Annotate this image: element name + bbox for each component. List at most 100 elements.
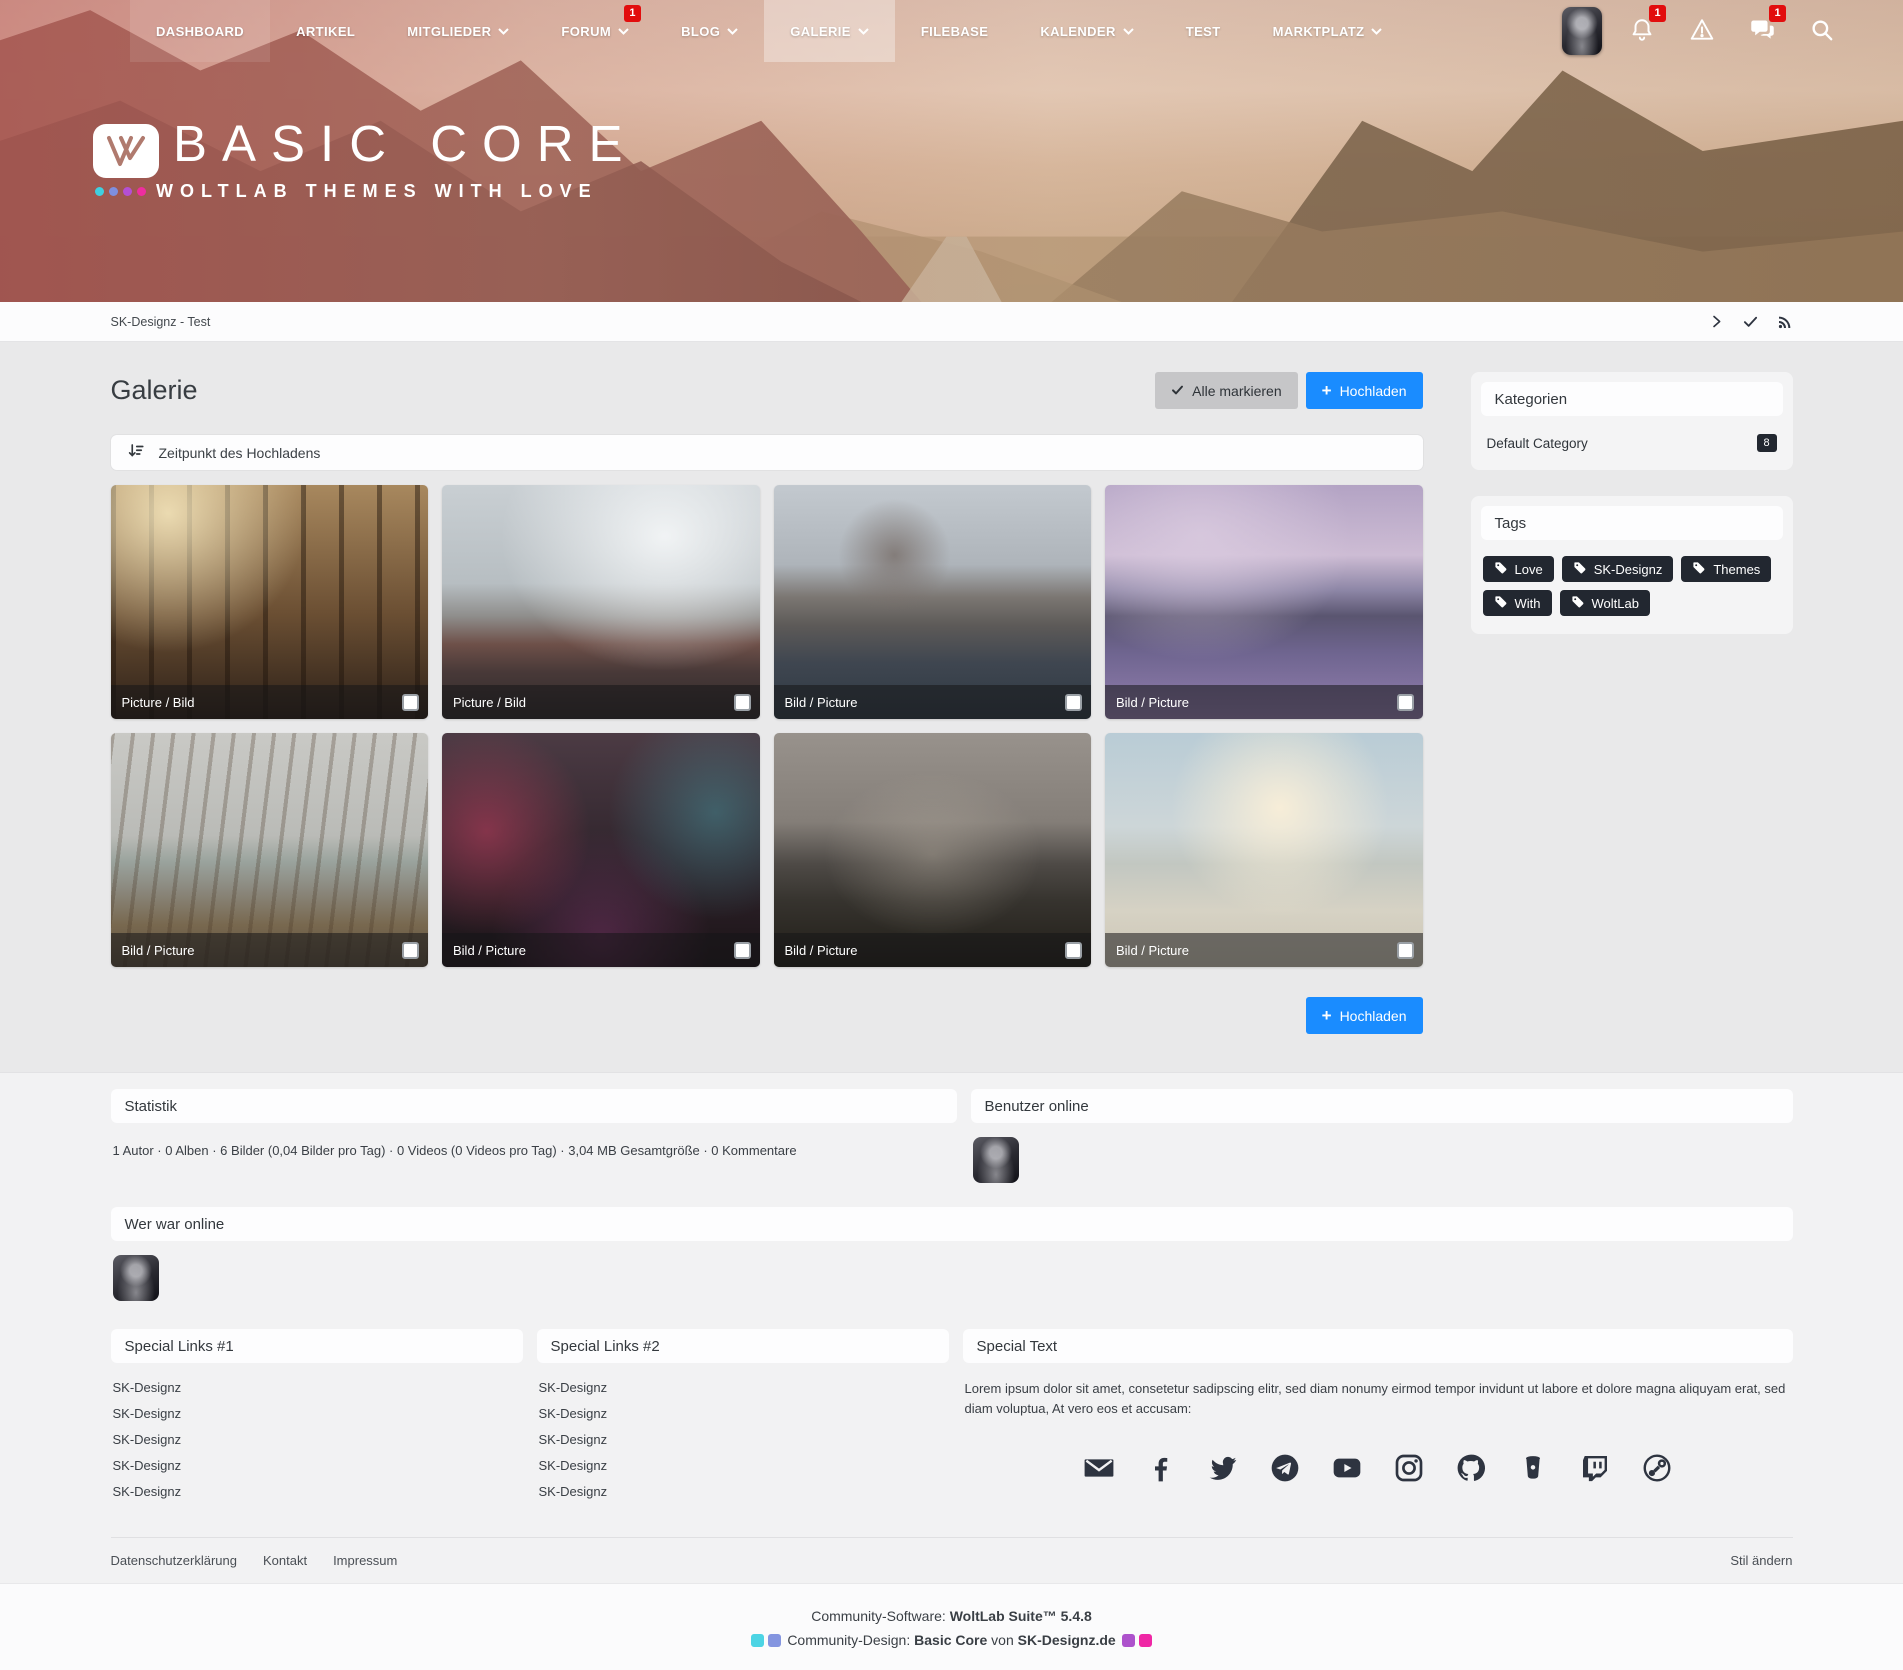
footer-link[interactable]: SK-Designz — [539, 1380, 608, 1395]
hero-header: DASHBOARD ARTIKEL MITGLIEDER FORUM 1 BLO… — [0, 0, 1903, 302]
sort-bar[interactable]: Zeitpunkt des Hochladens — [111, 435, 1423, 470]
category-link[interactable]: Default Category — [1487, 436, 1588, 451]
user-avatar[interactable] — [113, 1255, 159, 1301]
image-select-checkbox[interactable] — [402, 694, 419, 711]
nav-item-mitglieder[interactable]: MITGLIEDER — [381, 0, 535, 62]
nav-item-marktplatz[interactable]: MARKTPLATZ — [1247, 0, 1409, 62]
youtube-icon[interactable] — [1331, 1452, 1363, 1484]
footer-link[interactable]: SK-Designz — [539, 1484, 608, 1499]
footer-link[interactable]: SK-Designz — [113, 1484, 182, 1499]
nav-item-forum[interactable]: FORUM 1 — [535, 0, 655, 62]
image-title: Picture / Bild — [453, 695, 526, 710]
plus-icon: + — [1322, 1007, 1332, 1024]
contact-link[interactable]: Kontakt — [263, 1553, 307, 1568]
warning-triangle-icon — [1689, 17, 1715, 46]
site-logo[interactable]: BASIC CORE WOLTLAB THEMES WITH LOVE — [93, 118, 638, 202]
nav-item-filebase[interactable]: FILEBASE — [895, 0, 1014, 62]
gallery-image[interactable]: Bild / Picture — [774, 485, 1092, 719]
category-row: Default Category 8 — [1481, 416, 1783, 454]
image-select-checkbox[interactable] — [1397, 942, 1414, 959]
gallery-image[interactable]: Picture / Bild — [442, 485, 760, 719]
footer-link[interactable]: SK-Designz — [113, 1406, 182, 1421]
chevron-down-icon — [618, 28, 629, 35]
image-select-checkbox[interactable] — [734, 942, 751, 959]
upload-button-bottom[interactable]: + Hochladen — [1306, 997, 1423, 1034]
list-item: SK-Designz — [113, 1405, 521, 1421]
tag-pill[interactable]: WoltLab — [1560, 590, 1650, 616]
sort-amount-icon — [127, 442, 145, 463]
steam-icon[interactable] — [1641, 1452, 1673, 1484]
woltlab-w-icon — [93, 124, 159, 178]
legal-bar: Datenschutzerklärung Kontakt Impressum S… — [111, 1537, 1793, 1583]
github-icon[interactable] — [1455, 1452, 1487, 1484]
statistics-section: Statistik 1 Autor · 0 Alben · 6 Bilder (… — [111, 1089, 957, 1185]
notifications-button[interactable]: 1 — [1616, 0, 1668, 62]
footer-link[interactable]: SK-Designz — [539, 1406, 608, 1421]
instagram-icon[interactable] — [1393, 1452, 1425, 1484]
telegram-icon[interactable] — [1269, 1452, 1301, 1484]
nav-item-dashboard[interactable]: DASHBOARD — [130, 0, 270, 62]
software-credit: Community-Software: WoltLab Suite™ 5.4.8 — [0, 1608, 1903, 1624]
tag-pill[interactable]: Love — [1483, 556, 1554, 582]
moderation-button[interactable] — [1676, 0, 1728, 62]
list-item: SK-Designz — [113, 1483, 521, 1499]
designer-link[interactable]: SK-Designz.de — [1018, 1632, 1116, 1648]
check-icon — [1171, 383, 1184, 399]
image-title: Picture / Bild — [122, 695, 195, 710]
image-select-checkbox[interactable] — [402, 942, 419, 959]
gallery-image[interactable]: Picture / Bild — [111, 485, 429, 719]
nav-item-kalender[interactable]: KALENDER — [1014, 0, 1159, 62]
list-item: SK-Designz — [539, 1431, 947, 1447]
imprint-link[interactable]: Impressum — [333, 1553, 397, 1568]
image-select-checkbox[interactable] — [1397, 694, 1414, 711]
footer-link[interactable]: SK-Designz — [113, 1432, 182, 1447]
footer-link[interactable]: SK-Designz — [539, 1432, 608, 1447]
gallery-grid: Picture / Bild Picture / Bild Bild / Pic… — [111, 485, 1423, 967]
nav-item-test[interactable]: TEST — [1160, 0, 1247, 62]
facebook-icon[interactable] — [1145, 1452, 1177, 1484]
footer-link[interactable]: SK-Designz — [113, 1458, 182, 1473]
twitter-icon[interactable] — [1207, 1452, 1239, 1484]
users-online-section: Benutzer online — [971, 1089, 1793, 1185]
user-avatar[interactable] — [973, 1137, 1019, 1183]
jump-to-page-button[interactable] — [1709, 314, 1724, 329]
gallery-image[interactable]: Bild / Picture — [1105, 733, 1423, 967]
image-select-checkbox[interactable] — [1065, 942, 1082, 959]
footer-link[interactable]: SK-Designz — [539, 1458, 608, 1473]
nav-item-blog[interactable]: BLOG — [655, 0, 764, 62]
who-was-online-section: Wer war online — [111, 1207, 1793, 1303]
brand-color-dots — [95, 187, 146, 196]
user-menu-button[interactable] — [1556, 0, 1608, 62]
mark-all-button[interactable]: Alle markieren — [1155, 372, 1297, 409]
nav-item-galerie[interactable]: GALERIE — [764, 0, 895, 62]
image-select-checkbox[interactable] — [734, 694, 751, 711]
twitch-icon[interactable] — [1579, 1452, 1611, 1484]
search-button[interactable] — [1796, 0, 1848, 62]
email-icon[interactable] — [1083, 1452, 1115, 1484]
tag-icon — [1692, 561, 1706, 578]
image-select-checkbox[interactable] — [1065, 694, 1082, 711]
conversations-button[interactable]: 1 — [1736, 0, 1788, 62]
footer-boxes: Statistik 1 Autor · 0 Alben · 6 Bilder (… — [0, 1072, 1903, 1583]
tag-pill[interactable]: Themes — [1681, 556, 1771, 582]
nav-item-artikel[interactable]: ARTIKEL — [270, 0, 381, 62]
design-credit: Community-Design: Basic Core von SK-Desi… — [0, 1632, 1903, 1648]
rss-feed-icon[interactable] — [1777, 314, 1793, 330]
page-title: Galerie — [111, 375, 198, 406]
notifications-badge: 1 — [1649, 5, 1666, 22]
gallery-image[interactable]: Bild / Picture — [442, 733, 760, 967]
gallery-image[interactable]: Bild / Picture — [111, 733, 429, 967]
special-links-1-title: Special Links #1 — [111, 1329, 523, 1363]
tag-pill[interactable]: With — [1483, 590, 1552, 616]
footer-link[interactable]: SK-Designz — [113, 1380, 182, 1395]
gallery-image[interactable]: Bild / Picture — [774, 733, 1092, 967]
main-content: Galerie Alle markieren + Hochladen Zeitp… — [0, 342, 1903, 1072]
breadcrumb[interactable]: SK-Designz - Test — [111, 315, 211, 329]
tag-pill[interactable]: SK-Designz — [1562, 556, 1674, 582]
style-changer-link[interactable]: Stil ändern — [1730, 1553, 1792, 1568]
upload-button[interactable]: + Hochladen — [1306, 372, 1423, 409]
mark-read-button[interactable] — [1742, 314, 1759, 329]
privacy-link[interactable]: Datenschutzerklärung — [111, 1553, 237, 1568]
gitea-cup-icon[interactable] — [1517, 1452, 1549, 1484]
gallery-image[interactable]: Bild / Picture — [1105, 485, 1423, 719]
